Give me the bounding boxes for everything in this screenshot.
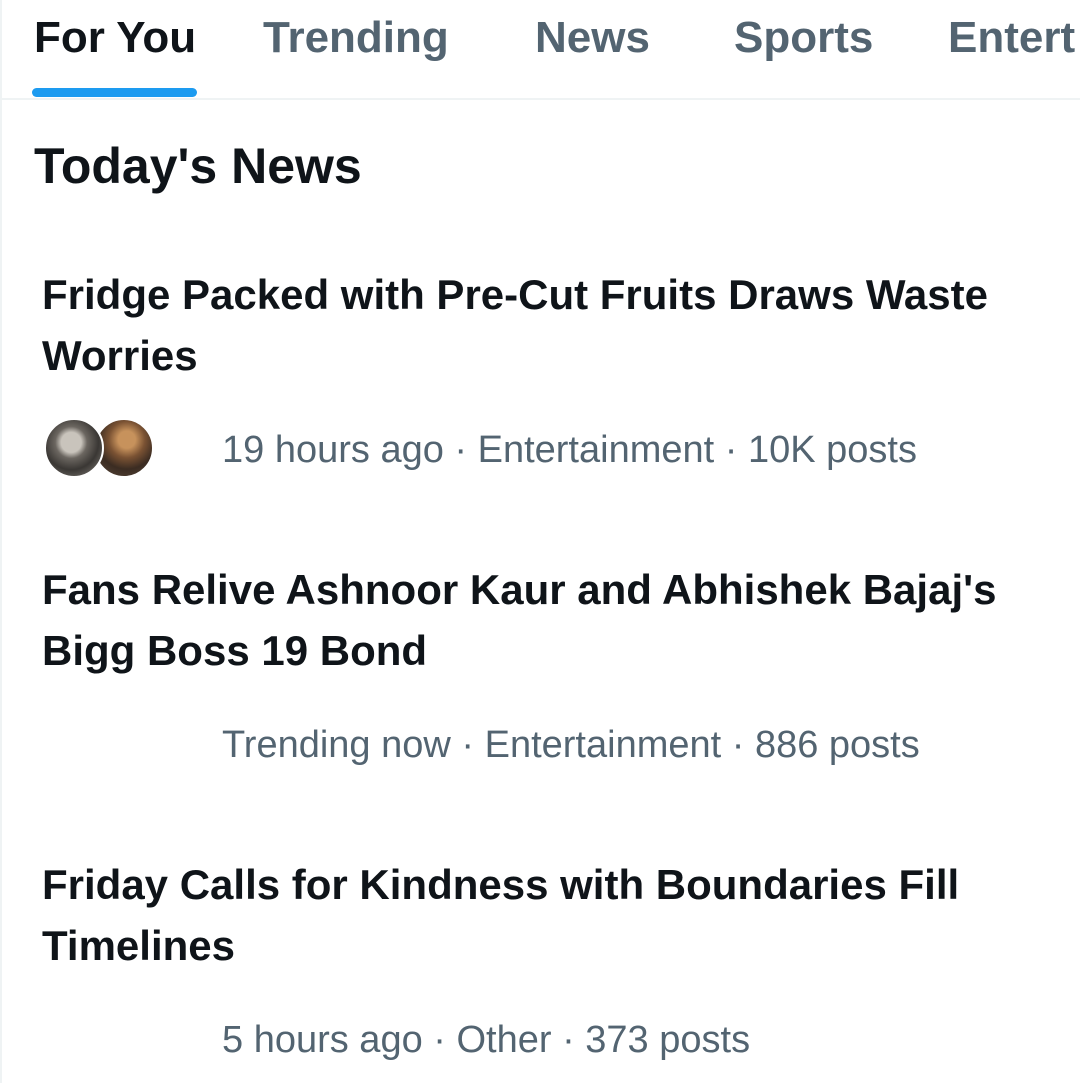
tab-sports[interactable]: Sports xyxy=(734,12,873,64)
avatar xyxy=(44,418,104,478)
news-headline: Friday Calls for Kindness with Boundarie… xyxy=(42,861,960,969)
news-meta: Trending now · Entertainment · 886 posts xyxy=(222,724,920,766)
tab-for-you[interactable]: For You xyxy=(34,12,196,64)
news-meta: 19 hours ago · Entertainment · 10K posts xyxy=(222,429,917,471)
avatar-group xyxy=(44,418,154,478)
active-tab-indicator xyxy=(32,88,197,97)
news-item[interactable]: Friday Calls for Kindness with Boundarie… xyxy=(0,852,1080,1082)
news-item[interactable]: Fans Relive Ashnoor Kaur and Abhishek Ba… xyxy=(0,557,1080,787)
news-headline: Fans Relive Ashnoor Kaur and Abhishek Ba… xyxy=(42,566,997,674)
tab-trending[interactable]: Trending xyxy=(263,12,449,64)
tab-news[interactable]: News xyxy=(535,12,650,64)
tab-entertainment[interactable]: Entert xyxy=(948,12,1075,64)
news-headline: Fridge Packed with Pre-Cut Fruits Draws … xyxy=(42,271,988,379)
news-meta: 5 hours ago · Other · 373 posts xyxy=(222,1019,751,1061)
news-item[interactable]: Fridge Packed with Pre-Cut Fruits Draws … xyxy=(0,262,1080,492)
section-title: Today's News xyxy=(34,138,362,194)
tab-bar: For You Trending News Sports Entert xyxy=(0,0,1080,100)
